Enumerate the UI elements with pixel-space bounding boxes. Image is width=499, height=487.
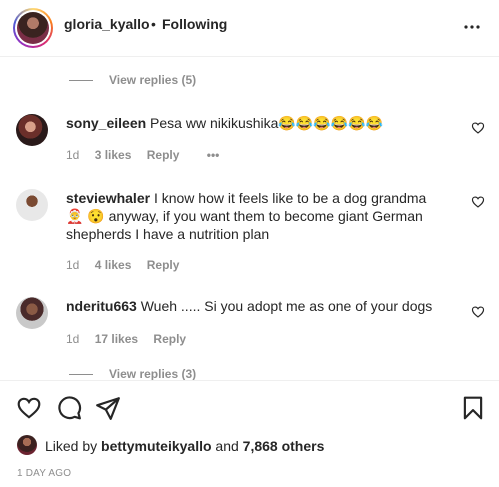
comment-likes[interactable]: 4 likes [95, 258, 132, 272]
reply-button[interactable]: Reply [147, 148, 180, 162]
profile-avatar[interactable] [13, 8, 53, 48]
comment-username[interactable]: nderitu663 [66, 298, 137, 314]
post-header: gloria_kyallo • Following [0, 0, 499, 57]
avatar[interactable] [16, 114, 48, 146]
heart-icon[interactable] [471, 195, 485, 209]
comment-text: nderitu663 Wueh ..... Si you adopt me as… [66, 297, 446, 315]
divider-line [69, 374, 93, 376]
avatar[interactable] [16, 189, 48, 221]
post-actions: Liked by bettymuteikyallo and 7,868 othe… [0, 380, 499, 487]
comments-list[interactable]: View replies (5) sony_eileen Pesa ww nik… [0, 57, 499, 380]
comment-body: Pesa ww nikikushika😂😂😂😂😂😂 [150, 115, 384, 131]
liked-by-username[interactable]: bettymuteikyallo [101, 438, 211, 454]
reply-button[interactable]: Reply [147, 258, 180, 272]
comment-username[interactable]: steviewhaler [66, 190, 150, 206]
heart-icon[interactable] [471, 305, 485, 319]
divider-line [69, 80, 93, 82]
header-separator: • [151, 16, 156, 32]
comment-meta: 1d 17 likes Reply [66, 332, 198, 346]
more-horizontal-icon[interactable] [460, 15, 484, 39]
view-replies-label: View replies (3) [109, 367, 197, 380]
avatar[interactable] [17, 435, 37, 455]
likes-and: and [215, 438, 239, 454]
post-timestamp: 1 DAY AGO [17, 468, 72, 479]
likes-prefix: Liked by [45, 438, 98, 454]
likes-summary: Liked by bettymuteikyallo and 7,868 othe… [45, 438, 324, 454]
comment-body: Wueh ..... Si you adopt me as one of you… [140, 298, 433, 314]
comment-meta: 1d 4 likes Reply [66, 258, 191, 272]
comment-likes[interactable]: 3 likes [95, 148, 132, 162]
comment-meta: 1d 3 likes Reply ••• [66, 148, 231, 162]
view-replies-label: View replies (5) [109, 73, 197, 87]
comment-options-icon[interactable]: ••• [207, 148, 220, 162]
header-username[interactable]: gloria_kyallo [64, 16, 150, 32]
likes-others-count[interactable]: 7,868 others [243, 438, 325, 454]
reply-button[interactable]: Reply [153, 332, 186, 346]
heart-icon[interactable] [471, 121, 485, 135]
comment-icon[interactable] [56, 395, 82, 421]
heart-icon[interactable] [16, 395, 42, 421]
share-icon[interactable] [95, 395, 121, 421]
view-replies-button[interactable]: View replies (3) [69, 367, 196, 380]
bookmark-icon[interactable] [460, 395, 486, 421]
comment-age: 1d [66, 148, 80, 162]
comment-username[interactable]: sony_eileen [66, 115, 146, 131]
comment-likes[interactable]: 17 likes [95, 332, 138, 346]
comment-age: 1d [66, 332, 80, 346]
following-button[interactable]: Following [162, 16, 227, 32]
avatar[interactable] [16, 297, 48, 329]
comment-age: 1d [66, 258, 80, 272]
comment-text: sony_eileen Pesa ww nikikushika😂😂😂😂😂😂 [66, 114, 446, 132]
comment-text: steviewhaler I know how it feels like to… [66, 189, 446, 243]
view-replies-button[interactable]: View replies (5) [69, 73, 196, 89]
